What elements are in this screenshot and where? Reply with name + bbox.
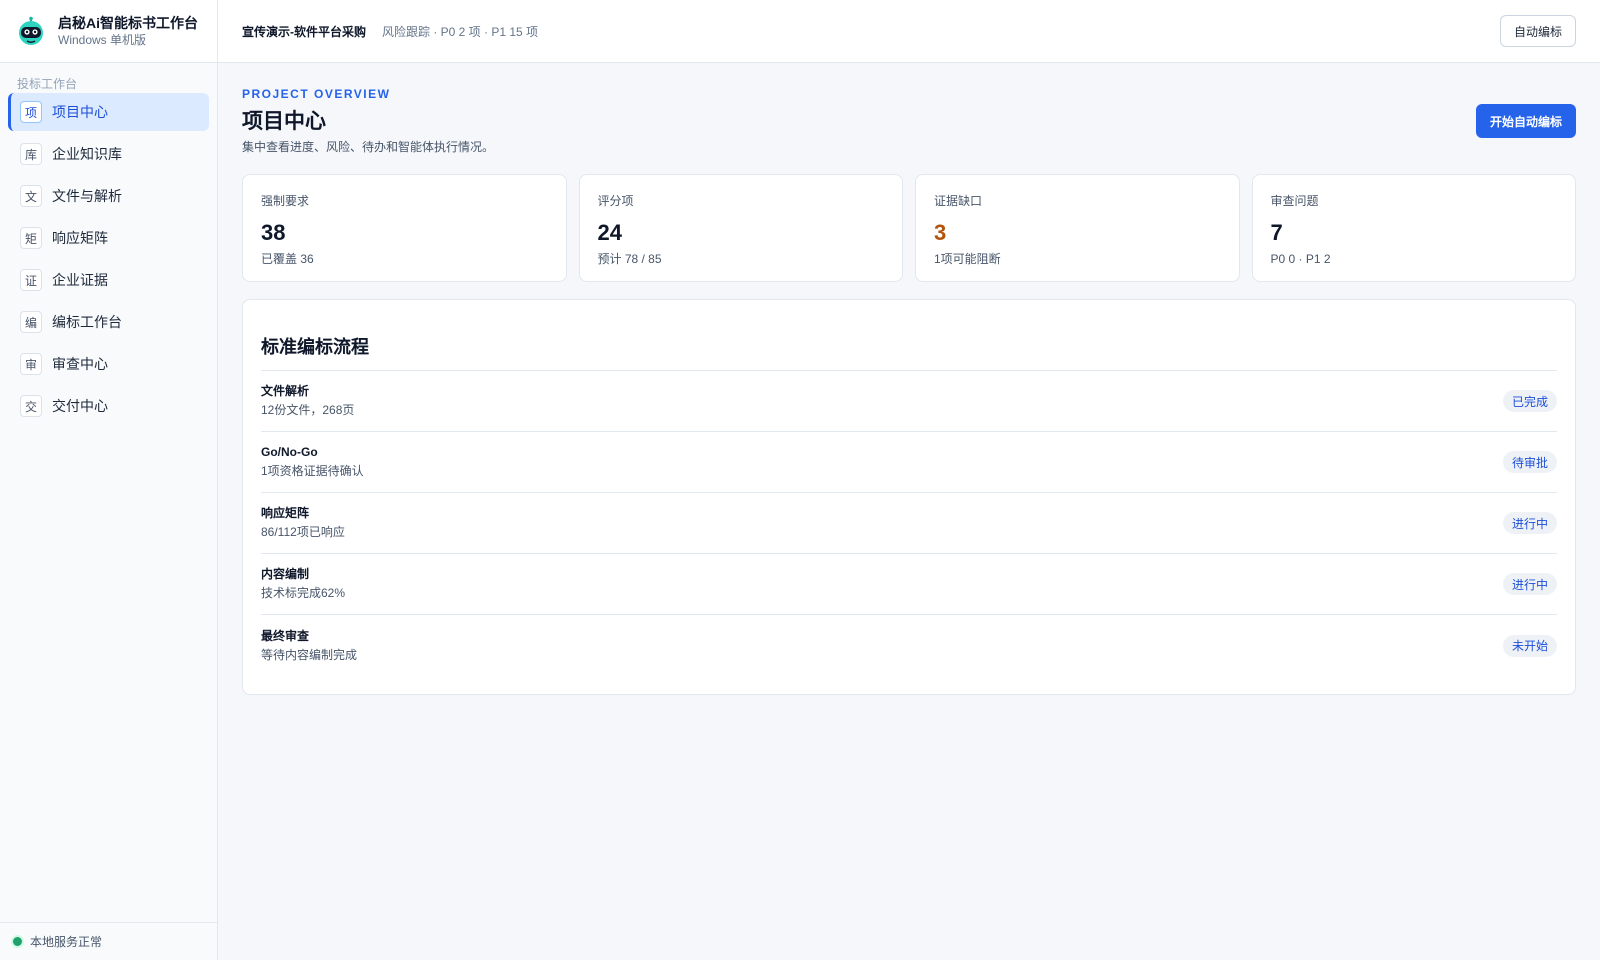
- edit-icon: 编: [20, 311, 42, 333]
- stats-row: 强制要求 38 已覆盖 36 评分项 24 预计 78 / 85 证据缺口 3 …: [242, 174, 1576, 282]
- service-status: 本地服务正常: [0, 922, 217, 960]
- status-badge: 未开始: [1502, 634, 1557, 657]
- sidebar-item-project-center[interactable]: 项 项目中心: [8, 93, 209, 131]
- stat-value: 38: [261, 220, 286, 245]
- step-name: 文件解析: [261, 384, 310, 398]
- top-bar: 宣传演示-软件平台采购 风险跟踪 · P0 2 项 · P1 15 项 自动编标: [218, 0, 1600, 63]
- document-icon: 文: [20, 185, 42, 207]
- main-content: PROJECT OVERVIEW 项目中心 集中查看进度、风险、待办和智能体执行…: [218, 63, 1600, 960]
- current-project-name: 宣传演示-软件平台采购: [242, 24, 366, 39]
- evidence-icon: 证: [20, 269, 42, 291]
- step-text: 文件解析 12份文件，268页: [261, 383, 354, 419]
- delivery-icon: 交: [20, 395, 42, 417]
- brand-header: 启秘Ai智能标书工作台 Windows 单机版: [0, 0, 217, 63]
- start-auto-bid-button[interactable]: 开始自动编标: [1475, 104, 1576, 138]
- stat-subtext: 已覆盖 36: [261, 252, 314, 266]
- sidebar-item-review-center[interactable]: 审 审查中心: [8, 345, 209, 383]
- status-badge: 进行中: [1502, 512, 1557, 534]
- app-subtitle: Windows 单机版: [58, 32, 147, 47]
- stat-value: 3: [934, 220, 947, 245]
- stat-card-scoring: 评分项 24 预计 78 / 85: [578, 174, 903, 282]
- workflow-step[interactable]: Go/No-Go 1项资格证据待确认 待审批: [261, 432, 1557, 493]
- sidebar-item-label: 响应矩阵: [52, 230, 108, 246]
- sidebar-item-label: 项目中心: [52, 104, 108, 120]
- stat-card-mandatory: 强制要求 38 已覆盖 36: [242, 174, 567, 282]
- sidebar-item-label: 编标工作台: [52, 314, 122, 330]
- stat-label: 证据缺口: [934, 194, 983, 208]
- step-name: 内容编制: [261, 567, 310, 581]
- sidebar-item-label: 企业证据: [52, 272, 108, 288]
- sidebar-item-label: 审查中心: [52, 356, 108, 372]
- stat-value: 7: [1270, 220, 1283, 245]
- sidebar-item-enterprise-evidence[interactable]: 证 企业证据: [8, 261, 209, 299]
- sidebar-item-label: 企业知识库: [52, 146, 122, 162]
- stat-label: 强制要求: [261, 194, 310, 208]
- status-dot-icon: [13, 937, 22, 946]
- sidebar: 启秘Ai智能标书工作台 Windows 单机版 投标工作台 项 项目中心 库 企…: [0, 0, 218, 960]
- status-badge: 已完成: [1502, 390, 1557, 412]
- sidebar-item-editing-workbench[interactable]: 编 编标工作台: [8, 303, 209, 341]
- stat-card-review-issues: 审查问题 7 P0 0 · P1 2: [1251, 174, 1576, 282]
- workflow-title: 标准编标流程: [261, 300, 1557, 371]
- brand-text: 启秘Ai智能标书工作台 Windows 单机版: [58, 14, 198, 49]
- app-title: 启秘Ai智能标书工作台: [58, 14, 198, 31]
- auto-bid-button[interactable]: 自动编标: [1499, 15, 1576, 47]
- page-eyebrow: PROJECT OVERVIEW: [242, 87, 391, 101]
- library-icon: 库: [20, 143, 42, 165]
- project-icon: 项: [20, 101, 42, 123]
- step-name: 响应矩阵: [261, 506, 310, 520]
- stat-subtext: 预计 78 / 85: [597, 252, 662, 266]
- matrix-icon: 矩: [20, 227, 42, 249]
- sidebar-item-delivery-center[interactable]: 交 交付中心: [8, 387, 209, 425]
- step-description: 技术标完成62%: [261, 586, 346, 600]
- stat-card-evidence-gap: 证据缺口 3 1项可能阻断: [915, 174, 1240, 282]
- sidebar-item-label: 文件与解析: [52, 188, 122, 204]
- workflow-panel: 标准编标流程 文件解析 12份文件，268页 已完成 Go/No-Go 1项资格…: [242, 299, 1576, 695]
- workflow-step[interactable]: 文件解析 12份文件，268页 已完成: [261, 371, 1557, 432]
- step-name: Go/No-Go: [261, 445, 318, 459]
- nav-section-label: 投标工作台: [17, 77, 78, 91]
- risk-summary: 风险跟踪 · P0 2 项 · P1 15 项: [382, 24, 539, 39]
- step-text: 响应矩阵 86/112项已响应: [261, 505, 345, 541]
- robot-logo-icon: [19, 16, 43, 45]
- step-text: 内容编制 技术标完成62%: [261, 566, 345, 602]
- status-badge: 进行中: [1502, 573, 1557, 595]
- review-icon: 审: [20, 353, 42, 375]
- workflow-step[interactable]: 最终审查 等待内容编制完成 未开始: [261, 615, 1557, 676]
- sidebar-item-response-matrix[interactable]: 矩 响应矩阵: [8, 219, 209, 257]
- sidebar-item-files-parsing[interactable]: 文 文件与解析: [8, 177, 209, 215]
- stat-subtext: 1项可能阻断: [934, 252, 1001, 266]
- step-description: 1项资格证据待确认: [261, 464, 364, 478]
- sidebar-item-knowledge-base[interactable]: 库 企业知识库: [8, 135, 209, 173]
- step-description: 12份文件，268页: [261, 403, 355, 417]
- step-text: 最终审查 等待内容编制完成: [261, 628, 357, 664]
- page-title: 项目中心: [242, 110, 326, 133]
- step-text: Go/No-Go 1项资格证据待确认: [261, 444, 364, 480]
- page-description: 集中查看进度、风险、待办和智能体执行情况。: [242, 140, 495, 154]
- sidebar-item-label: 交付中心: [52, 398, 108, 414]
- stat-subtext: P0 0 · P1 2: [1270, 252, 1331, 266]
- step-description: 86/112项已响应: [261, 525, 345, 539]
- stat-value: 24: [597, 220, 622, 245]
- stat-label: 评分项: [597, 194, 634, 208]
- step-description: 等待内容编制完成: [261, 647, 358, 662]
- stat-label: 审查问题: [1270, 194, 1319, 208]
- step-name: 最终审查: [261, 628, 310, 643]
- sidebar-nav: 项 项目中心 库 企业知识库 文 文件与解析 矩 响应矩阵 证 企业证据 编 编…: [0, 93, 217, 425]
- workflow-step[interactable]: 响应矩阵 86/112项已响应 进行中: [261, 493, 1557, 554]
- service-status-text: 本地服务正常: [30, 935, 103, 949]
- workflow-step[interactable]: 内容编制 技术标完成62% 进行中: [261, 554, 1557, 615]
- status-badge: 待审批: [1502, 451, 1557, 473]
